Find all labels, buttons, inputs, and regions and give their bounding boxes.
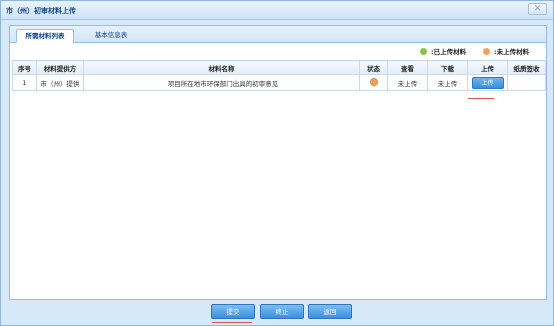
row-download: 未上传 — [427, 74, 468, 91]
row-upload-cell: 上传 — [467, 74, 508, 91]
submit-highlight-underline — [212, 322, 252, 323]
footer-bar: 提交 终止 返回 — [9, 299, 547, 321]
submit-button[interactable]: 提交 — [211, 304, 255, 319]
row-material-name: 项目所在地市环保部门出具的初审意见 — [83, 74, 360, 91]
tab-materials-list[interactable]: 所需材料列表 — [16, 29, 74, 43]
legend-uploaded: :已上传材料 — [420, 46, 466, 56]
row-provider: 市（州）提供 — [36, 74, 84, 91]
col-header-provider: 材料提供方 — [36, 60, 84, 75]
dialog-window: 市（州）初审材料上传 ✕ 所需材料列表 基本信息表 :已上传材料 :未上传材料 … — [0, 0, 554, 326]
title-bar: 市（州）初审材料上传 ✕ — [1, 1, 553, 20]
green-dot-icon — [420, 48, 427, 55]
upload-highlight-underline — [468, 98, 494, 99]
status-not-uploaded-icon — [369, 77, 378, 86]
tab-basic-info[interactable]: 基本信息表 — [86, 29, 136, 43]
window-title: 市（州）初审材料上传 — [6, 7, 76, 15]
upload-button[interactable]: 上传 — [471, 76, 504, 89]
col-header-status: 状态 — [359, 60, 388, 75]
materials-table: 序号 材料提供方 材料名称 状态 查看 下载 上传 纸质签收 1 市（州）提供 … — [12, 60, 546, 91]
back-button[interactable]: 返回 — [308, 304, 352, 319]
legend-not-uploaded-label: :未上传材料 — [494, 48, 530, 56]
tab-bar: 所需材料列表 基本信息表 — [10, 26, 546, 43]
col-header-upload: 上传 — [467, 60, 508, 75]
col-header-view: 查看 — [387, 60, 428, 75]
table-header-row: 序号 材料提供方 材料名称 状态 查看 下载 上传 纸质签收 — [12, 60, 546, 75]
col-header-index: 序号 — [12, 60, 37, 75]
col-header-download: 下载 — [427, 60, 468, 75]
stop-button[interactable]: 终止 — [260, 304, 304, 319]
row-status — [359, 74, 388, 91]
row-paper-receipt — [507, 74, 546, 91]
row-view: 未上传 — [387, 74, 428, 91]
orange-dot-icon — [483, 48, 490, 55]
legend-not-uploaded: :未上传材料 — [483, 46, 529, 56]
close-icon[interactable]: ✕ — [528, 3, 547, 15]
col-header-name: 材料名称 — [83, 60, 360, 75]
legend-uploaded-label: :已上传材料 — [431, 48, 467, 56]
table-row: 1 市（州）提供 项目所在地市环保部门出具的初审意见 未上传 未上传 上传 — [12, 74, 546, 91]
content-panel: 所需材料列表 基本信息表 :已上传材料 :未上传材料 序号 材料提供方 材料名称… — [9, 25, 547, 318]
row-index: 1 — [12, 74, 37, 91]
col-header-paper-receipt: 纸质签收 — [507, 60, 546, 75]
